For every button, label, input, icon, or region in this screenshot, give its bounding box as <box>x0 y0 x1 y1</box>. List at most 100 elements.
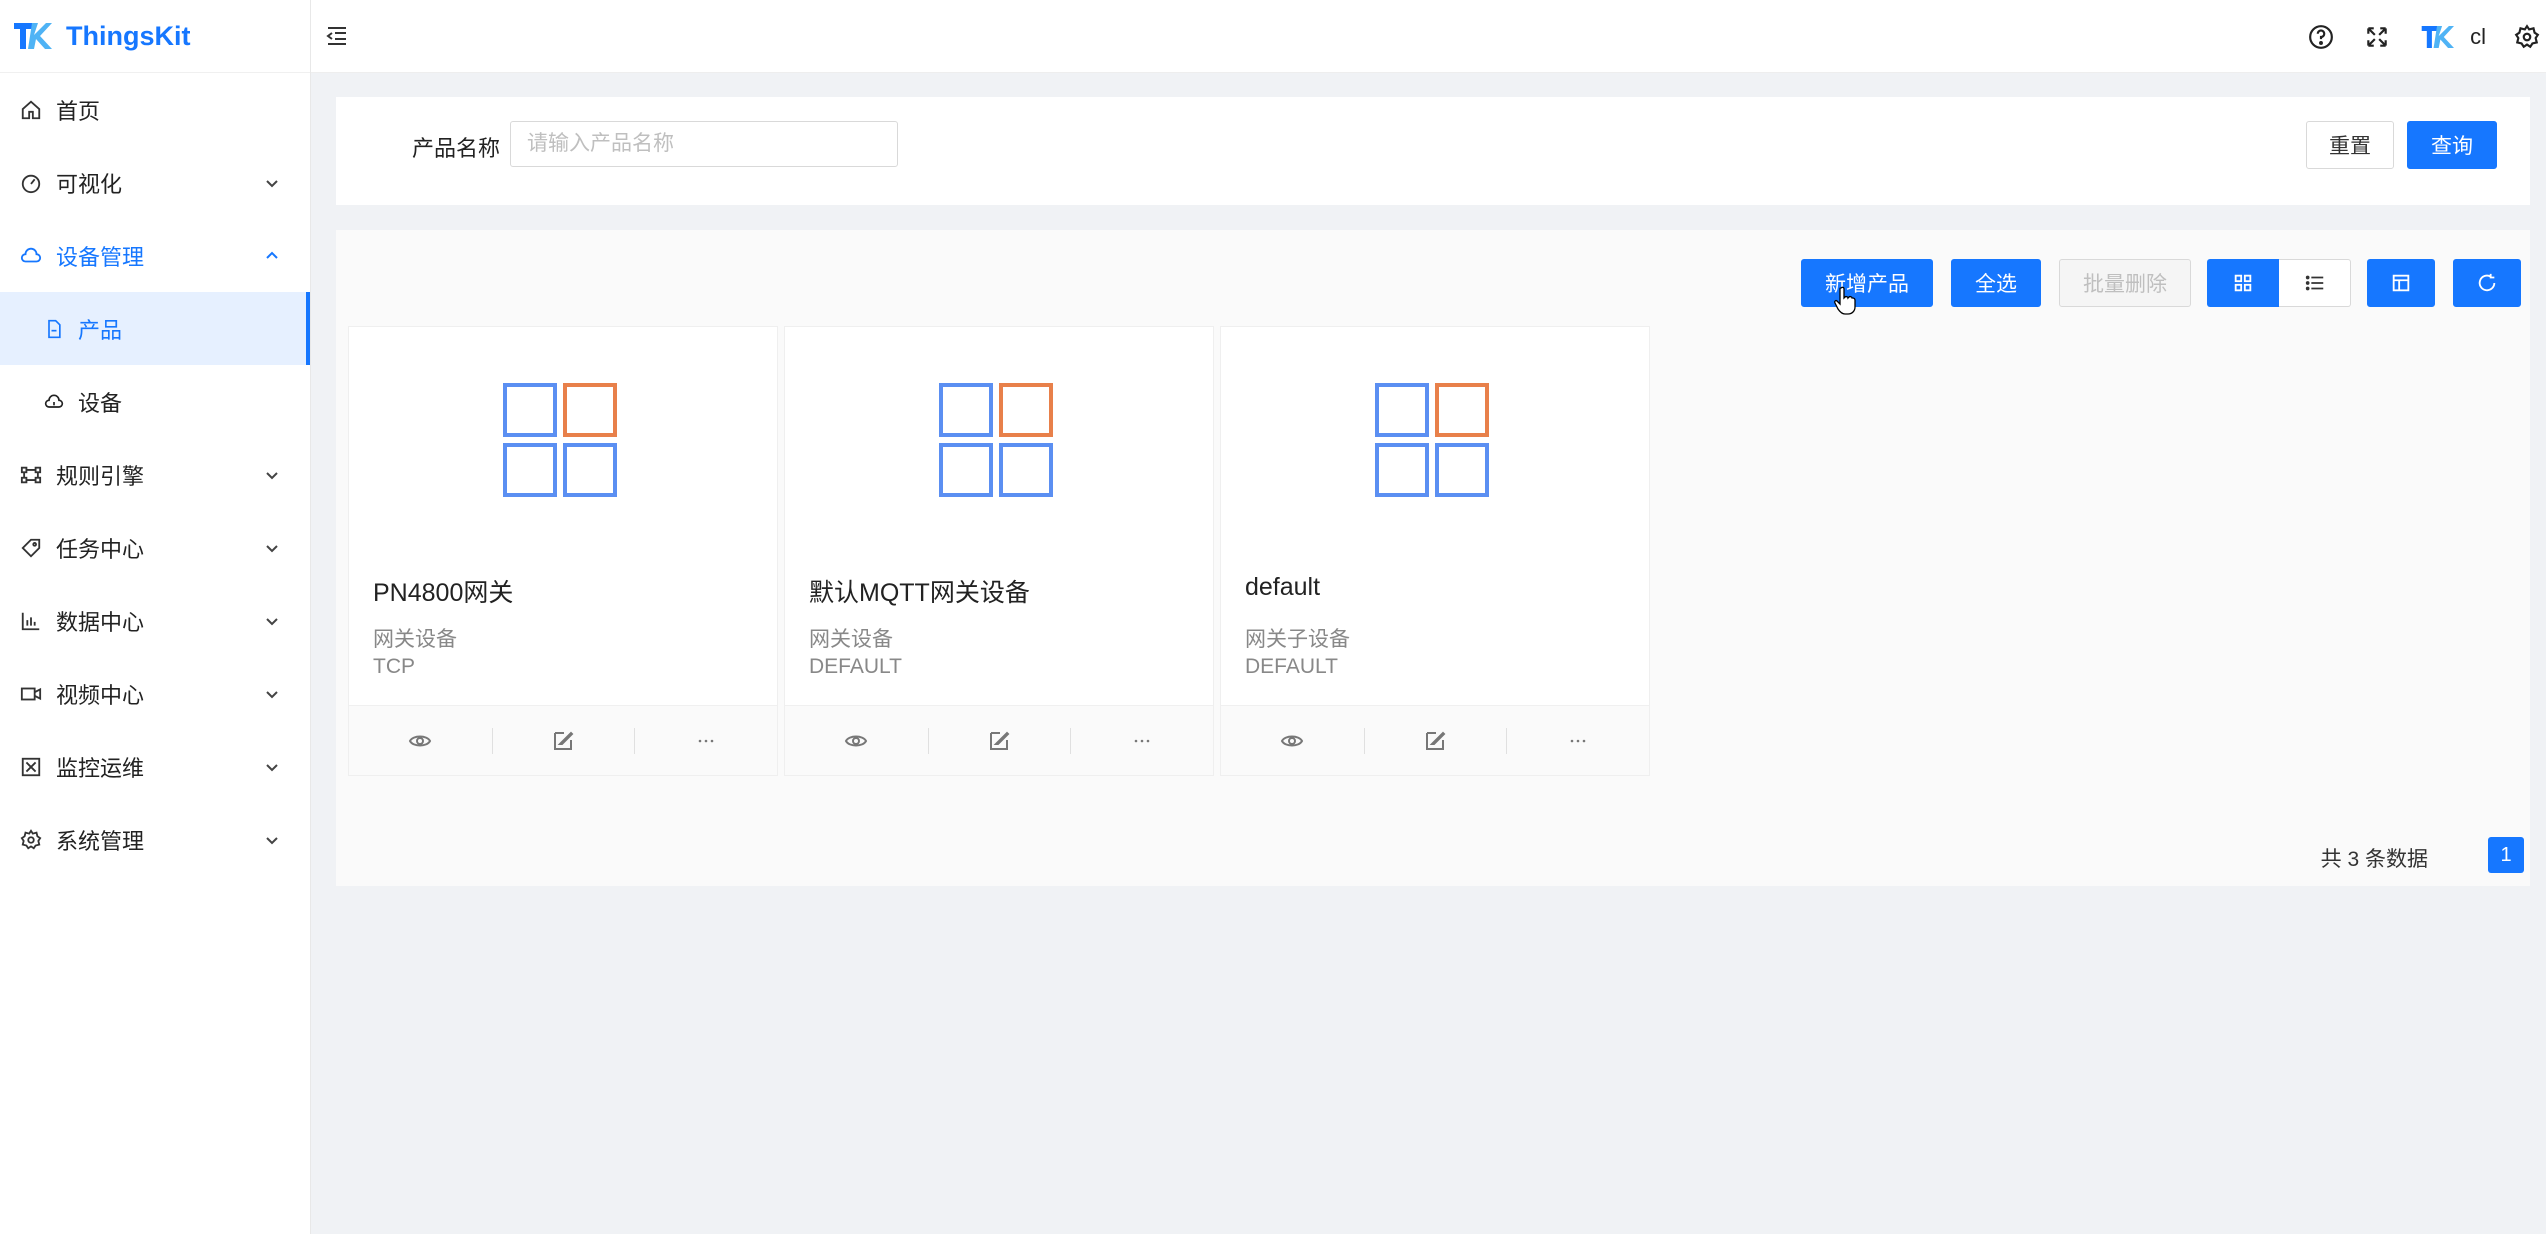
more-button[interactable] <box>1506 706 1649 775</box>
chevron-down-icon <box>266 836 278 844</box>
product-card[interactable]: PN4800网关 网关设备 TCP <box>348 326 778 776</box>
product-name: default <box>1245 573 1321 601</box>
sidebar-item-label: 系统管理 <box>56 828 145 854</box>
view-button[interactable] <box>785 706 928 775</box>
product-name-input[interactable] <box>510 121 898 167</box>
chevron-down-icon <box>266 763 278 771</box>
app-name: ThingsKit <box>66 20 191 51</box>
fullscreen-icon[interactable] <box>2364 24 2390 50</box>
sidebar-item-visualization[interactable]: 可视化 <box>0 146 310 219</box>
dashboard-icon <box>21 174 41 193</box>
flow-icon <box>20 466 42 483</box>
product-card[interactable]: 默认MQTT网关设备 网关设备 DEFAULT <box>784 326 1214 776</box>
sidebar-item-device[interactable]: 设备 <box>0 365 310 438</box>
video-icon <box>20 687 42 700</box>
product-type: 网关设备 <box>373 628 457 651</box>
sidebar-item-label: 监控运维 <box>56 755 145 781</box>
grid-icon <box>2234 274 2252 292</box>
sidebar-item-device-management[interactable]: 设备管理 <box>0 219 310 292</box>
search-form: 产品名称 重置 查询 <box>336 97 2530 205</box>
header: cl <box>311 0 2546 73</box>
settings-icon[interactable] <box>2514 23 2540 50</box>
sidebar-item-label: 规则引擎 <box>56 463 145 489</box>
batch-delete-button[interactable]: 批量删除 <box>2059 259 2191 307</box>
monitor-icon <box>21 757 41 776</box>
sidebar-item-system[interactable]: 系统管理 <box>0 803 310 876</box>
sidebar-item-label: 首页 <box>56 98 101 124</box>
sidebar-item-monitoring[interactable]: 监控运维 <box>0 730 310 803</box>
product-protocol: DEFAULT <box>809 655 902 678</box>
tag-icon <box>21 538 41 558</box>
file-icon <box>48 319 61 338</box>
sidebar-item-label: 视频中心 <box>56 682 145 708</box>
product-grid-icon <box>503 383 617 497</box>
reset-button[interactable]: 重置 <box>2306 121 2394 169</box>
more-icon <box>698 739 713 742</box>
product-grid-icon <box>1375 383 1489 497</box>
sidebar-item-label: 设备管理 <box>56 244 145 270</box>
sidebar-item-product[interactable]: 产品 <box>0 292 310 365</box>
bar-chart-icon <box>21 612 40 630</box>
product-list: 新增产品 全选 批量删除 PN4800网关 网关设备 TCP 默认MQTT网关设… <box>336 230 2530 886</box>
more-icon <box>1134 739 1149 742</box>
edit-button[interactable] <box>491 706 635 775</box>
product-grid-icon <box>939 383 1053 497</box>
thingskit-logo-icon <box>14 23 52 49</box>
add-product-button[interactable]: 新增产品 <box>1801 259 1933 307</box>
more-icon <box>1570 739 1585 742</box>
more-button[interactable] <box>1070 706 1213 775</box>
gear-icon <box>20 828 42 850</box>
username[interactable]: cl <box>2470 24 2486 50</box>
list-icon <box>2305 275 2323 291</box>
column-settings-button[interactable] <box>2367 259 2435 307</box>
edit-icon <box>554 731 574 750</box>
eye-icon <box>1281 735 1304 746</box>
sidebar-item-task-center[interactable]: 任务中心 <box>0 511 310 584</box>
edit-icon <box>990 731 1010 750</box>
avatar[interactable] <box>2420 22 2455 52</box>
cloud-device-icon <box>44 394 64 408</box>
view-button[interactable] <box>1221 706 1364 775</box>
header-actions: cl <box>2308 0 2546 73</box>
layout-icon <box>2392 274 2410 292</box>
edit-button[interactable] <box>927 706 1071 775</box>
refresh-icon <box>2478 273 2496 292</box>
product-name: 默认MQTT网关设备 <box>809 579 1030 607</box>
logo[interactable]: ThingsKit <box>0 0 310 73</box>
chevron-down-icon <box>266 690 278 698</box>
menu-collapse-icon[interactable] <box>325 24 349 48</box>
sidebar-item-label: 数据中心 <box>56 609 145 635</box>
query-button[interactable]: 查询 <box>2407 121 2497 169</box>
help-icon[interactable] <box>2308 24 2334 50</box>
sidebar-item-video-center[interactable]: 视频中心 <box>0 657 310 730</box>
cloud-icon <box>20 247 42 262</box>
sidebar-item-data-center[interactable]: 数据中心 <box>0 584 310 657</box>
refresh-button[interactable] <box>2453 259 2521 307</box>
product-type: 网关设备 <box>809 628 893 651</box>
edit-button[interactable] <box>1363 706 1507 775</box>
chevron-down-icon <box>266 179 278 187</box>
eye-icon <box>845 735 868 746</box>
edit-icon <box>1426 731 1446 750</box>
card-actions <box>1221 705 1649 775</box>
more-button[interactable] <box>634 706 777 775</box>
home-icon <box>21 100 41 119</box>
grid-view-button[interactable] <box>2207 259 2279 307</box>
product-card[interactable]: default 网关子设备 DEFAULT <box>1220 326 1650 776</box>
product-name: PN4800网关 <box>373 579 514 607</box>
view-mode-toggle <box>2207 259 2351 307</box>
card-actions <box>349 705 777 775</box>
view-button[interactable] <box>349 706 492 775</box>
sidebar-item-rule-engine[interactable]: 规则引擎 <box>0 438 310 511</box>
chevron-down-icon <box>266 544 278 552</box>
sidebar-item-home[interactable]: 首页 <box>0 73 310 146</box>
chevron-down-icon <box>266 471 278 479</box>
product-protocol: DEFAULT <box>1245 655 1338 678</box>
pagination-total: 共 3 条数据 <box>2320 848 2428 871</box>
sidebar: ThingsKit 首页 可视化 设备管理 产品 设备 规则引擎 任务中心 数据… <box>0 0 311 1234</box>
select-all-button[interactable]: 全选 <box>1951 259 2041 307</box>
product-name-label: 产品名称 <box>412 136 501 161</box>
list-view-button[interactable] <box>2279 259 2351 307</box>
hand-cursor-icon <box>1834 286 1856 315</box>
pagination-page-1[interactable]: 1 <box>2488 837 2524 873</box>
